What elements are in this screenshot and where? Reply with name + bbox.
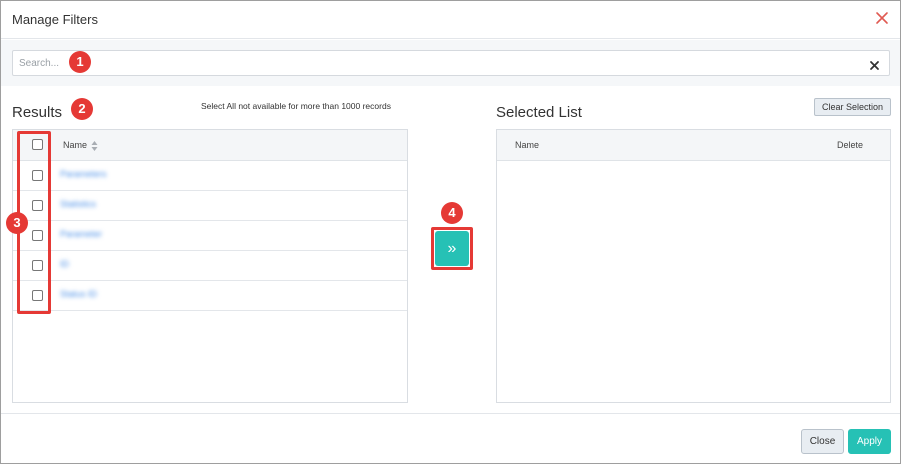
row-name-link[interactable]: Status ID [60, 289, 97, 301]
dialog-title: Manage Filters [12, 12, 98, 27]
move-to-selected-button[interactable]: » [435, 231, 469, 266]
annotation-badge-1: 1 [69, 51, 91, 73]
search-bar [1, 40, 900, 86]
close-button[interactable]: Close [801, 429, 844, 454]
close-icon[interactable] [874, 10, 890, 26]
double-chevron-right-icon: » [447, 240, 457, 257]
dialog-header: Manage Filters [1, 1, 900, 39]
table-row: Parameter [13, 221, 407, 251]
manage-filters-dialog: Manage Filters 1 Results 2 Select All no… [0, 0, 901, 464]
column-header-delete: Delete [837, 140, 864, 150]
table-row: ID [13, 251, 407, 281]
clear-icon[interactable] [869, 58, 880, 70]
selected-list-table: Name Delete [496, 129, 891, 403]
select-all-checkbox[interactable] [32, 139, 43, 150]
annotation-badge-2: 2 [71, 98, 93, 120]
results-table: Name Parameters Statistics Parameter ID … [12, 129, 408, 403]
row-checkbox[interactable] [32, 170, 43, 181]
results-table-header: Name [13, 130, 407, 161]
row-checkbox[interactable] [32, 290, 43, 301]
annotation-badge-4: 4 [441, 202, 463, 224]
table-row: Status ID [13, 281, 407, 311]
row-name-link[interactable]: Parameter [60, 229, 102, 241]
clear-selection-button[interactable]: Clear Selection [814, 98, 891, 116]
column-header-name: Name [63, 140, 88, 150]
annotation-badge-3: 3 [6, 212, 28, 234]
search-box [12, 50, 890, 76]
dialog-footer: Close Apply [1, 413, 900, 463]
row-name-link[interactable]: Statistics [60, 199, 96, 211]
row-name-link[interactable]: ID [60, 259, 69, 271]
row-checkbox[interactable] [32, 230, 43, 241]
row-name-link[interactable]: Parameters [60, 169, 107, 181]
row-checkbox[interactable] [32, 260, 43, 271]
search-input[interactable] [19, 55, 859, 71]
column-header-name: Name [515, 140, 540, 150]
selected-table-header: Name Delete [497, 130, 890, 161]
table-row: Statistics [13, 191, 407, 221]
table-row: Parameters [13, 161, 407, 191]
select-all-note: Select All not available for more than 1… [201, 101, 391, 111]
results-heading: Results [12, 104, 63, 121]
selected-list-heading: Selected List [496, 104, 582, 121]
row-checkbox[interactable] [32, 200, 43, 211]
sort-icon[interactable] [91, 139, 98, 151]
apply-button[interactable]: Apply [848, 429, 891, 454]
